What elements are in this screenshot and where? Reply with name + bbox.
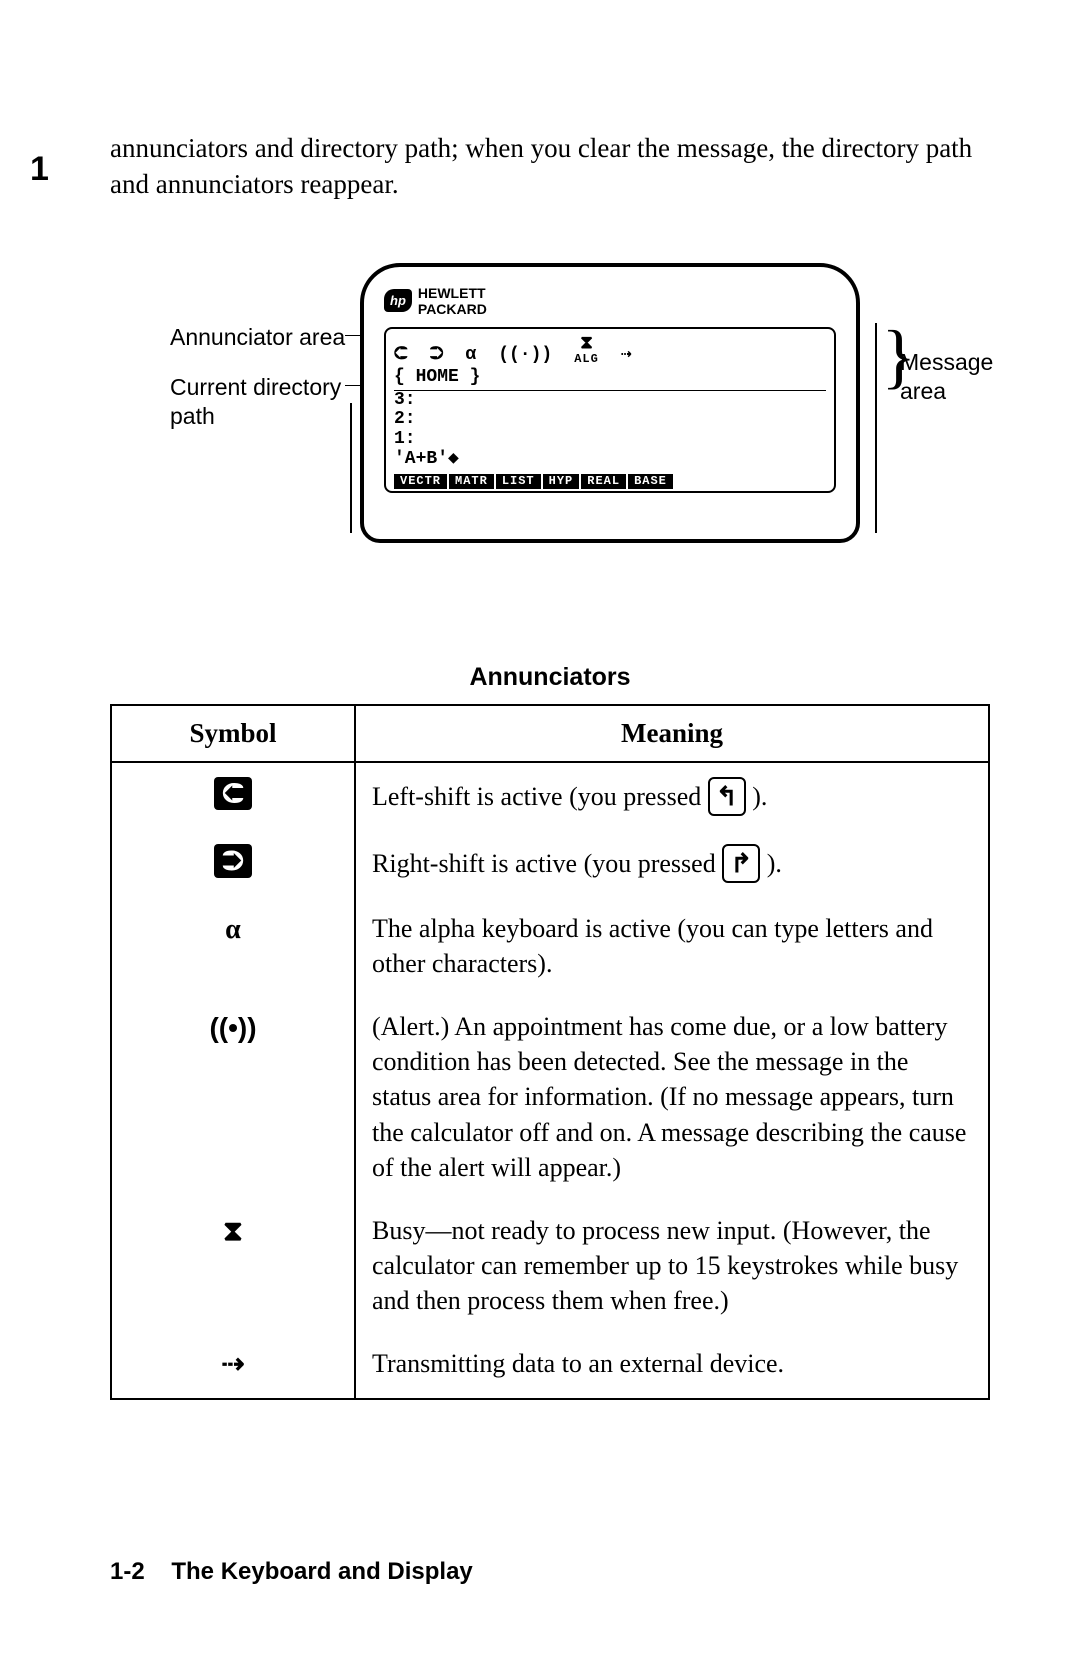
figure-side-rule-left xyxy=(350,403,352,533)
figure-side-rule-right xyxy=(875,323,877,533)
table-title: Annunciators xyxy=(110,663,990,692)
right-shift-icon: ⮊ xyxy=(430,346,444,366)
stack-line: 3: xyxy=(394,391,826,411)
stack-line: 1: xyxy=(394,430,826,450)
busy-sublabel: ALG xyxy=(574,353,599,366)
lcd-screen: ⮈ ⮊ α ((·)) ⧗ ALG ⇢ { HOME } 3: 2: 1: 'A… xyxy=(384,327,836,493)
softkey: HYP xyxy=(543,474,580,489)
brand-logo: hp HEWLETT PACKARD xyxy=(384,285,836,317)
stack-line: 2: xyxy=(394,410,826,430)
annunciators-table: Symbol Meaning ⮈ Left-shift is active (y… xyxy=(110,704,990,1400)
softkey-menu-row: VECTR MATR LIST HYP REAL BASE xyxy=(394,474,826,489)
table-row: ⧗ Busy—not ready to process new input. (… xyxy=(111,1199,989,1332)
meaning-text: The alpha keyboard is active (you can ty… xyxy=(355,897,989,995)
alpha-icon: α xyxy=(225,911,241,949)
label-annunciator-area: Annunciator area xyxy=(170,323,350,352)
left-shift-icon: ⮈ xyxy=(214,777,251,811)
right-shift-icon: ⮊ xyxy=(214,844,251,878)
label-message-area: Message area xyxy=(900,348,1020,406)
softkey: MATR xyxy=(449,474,494,489)
section-title: The Keyboard and Display xyxy=(171,1558,472,1585)
meaning-text: Transmitting data to an external device. xyxy=(355,1332,989,1399)
left-shift-icon: ⮈ xyxy=(394,346,408,366)
label-current-directory-path: Current directory path xyxy=(170,373,350,431)
meaning-text: ). xyxy=(767,849,782,878)
transmit-icon: ⇢ xyxy=(621,346,632,366)
annunciator-row: ⮈ ⮊ α ((·)) ⧗ ALG ⇢ xyxy=(394,335,826,366)
chapter-number: 1 xyxy=(30,150,49,189)
directory-path-line: { HOME } xyxy=(394,368,826,391)
busy-icon: ⧗ xyxy=(223,1213,243,1251)
display-figure: Annunciator area Current directory path … xyxy=(190,263,910,583)
hp-badge-icon: hp xyxy=(384,289,412,312)
softkey: VECTR xyxy=(394,474,447,489)
right-shift-key-icon: ↱ xyxy=(722,844,760,883)
page-number: 1-2 xyxy=(110,1558,145,1585)
softkey: LIST xyxy=(496,474,541,489)
table-row: ⮈ Left-shift is active (you pressed ↰ ). xyxy=(111,762,989,830)
page: 1 annunciators and directory path; when … xyxy=(0,0,1080,1656)
alpha-icon: α xyxy=(465,346,476,366)
col-header-meaning: Meaning xyxy=(355,705,989,762)
intro-paragraph: annunciators and directory path; when yo… xyxy=(110,130,990,203)
table-row: ((•)) (Alert.) An appointment has come d… xyxy=(111,995,989,1198)
left-shift-key-icon: ↰ xyxy=(708,777,746,816)
table-row: ⇢ Transmitting data to an external devic… xyxy=(111,1332,989,1399)
calculator-display-frame: hp HEWLETT PACKARD ⮈ ⮊ α ((·)) ⧗ ALG ⇢ xyxy=(360,263,860,543)
table-row: ⮊ Right-shift is active (you pressed ↱ )… xyxy=(111,830,989,897)
transmit-icon: ⇢ xyxy=(221,1346,244,1384)
page-footer: 1-2 The Keyboard and Display xyxy=(110,1558,473,1586)
meaning-text: Right-shift is active (you pressed xyxy=(372,849,722,878)
meaning-text: Busy—not ready to process new input. (Ho… xyxy=(355,1199,989,1332)
table-row: α The alpha keyboard is active (you can … xyxy=(111,897,989,995)
meaning-text: ). xyxy=(752,782,767,811)
alert-icon: ((•)) xyxy=(209,1009,256,1047)
command-line: 'A+B'◆ xyxy=(394,450,826,470)
softkey: BASE xyxy=(628,474,673,489)
meaning-text: Left-shift is active (you pressed xyxy=(372,782,708,811)
meaning-text: (Alert.) An appointment has come due, or… xyxy=(355,995,989,1198)
alert-icon: ((·)) xyxy=(498,346,552,366)
softkey: REAL xyxy=(581,474,626,489)
col-header-symbol: Symbol xyxy=(111,705,355,762)
brand-line-2: PACKARD xyxy=(418,301,487,317)
brand-line-1: HEWLETT xyxy=(418,285,486,301)
